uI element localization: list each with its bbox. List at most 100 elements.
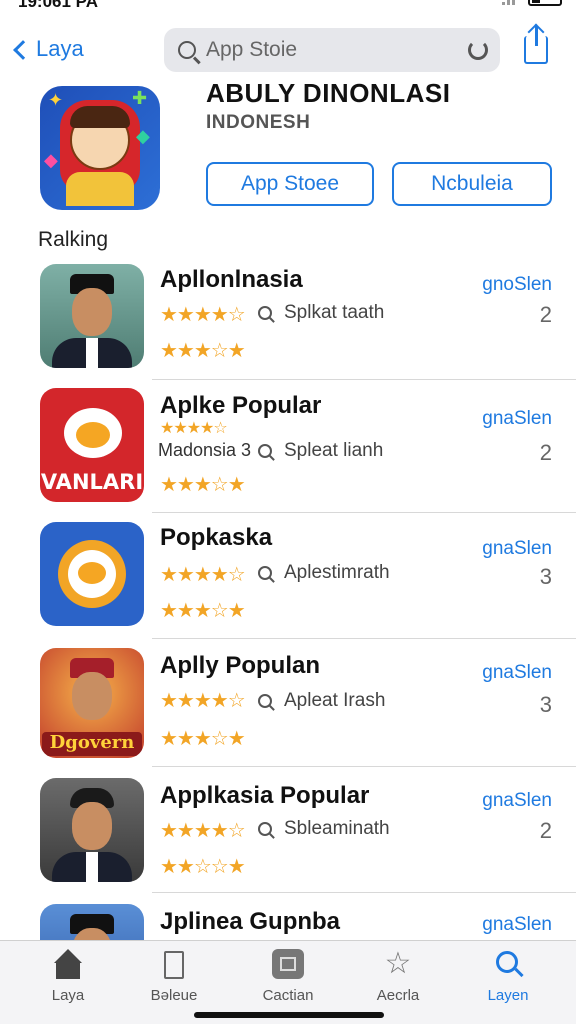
meta-text: Splеat lianh [284,440,384,461]
divider [152,512,576,513]
tab-label: Laya [51,987,85,1004]
apps-icon [272,949,304,981]
sparkle-icon: ◆ [136,126,150,146]
app-meta: Splkat taath [258,302,384,324]
face-shape [72,672,112,720]
app-name: Popkaska [160,524,273,551]
status-icons [502,0,562,6]
section-title: Ralking [38,228,109,251]
divider [152,638,576,639]
app-icon [40,264,144,368]
rating-stars: ★★★★☆ [160,564,246,586]
top-nav: Laya App Stoie [0,26,576,76]
shirt-shape [86,338,98,368]
app-meta: Apleаt Irash [258,690,385,712]
app-icon: Dgovern [40,648,144,758]
app-icon [40,778,144,882]
body-shape [66,172,134,206]
divider [152,766,576,767]
meta-text: Sbleaminath [284,818,390,839]
rating-stars: ★★★☆★ [160,600,246,622]
face-shape [72,288,112,336]
rating-stars: ★★☆☆★ [160,856,246,878]
rating-stars: ★★★★☆ [160,820,246,842]
app-name: Aplly Populan [160,652,321,679]
search-icon [258,444,272,458]
refresh-icon[interactable] [468,40,488,60]
app-name: Apllonlnasia [160,266,303,293]
meta-text: Aplestimrath [284,562,390,583]
rating-stars: ★★★★☆ [160,304,246,326]
list-item[interactable]: Apllonlnasia ★★★★☆ Splkat taath ★★★☆★ gn… [0,262,576,380]
get-link[interactable]: gnaSlen [482,538,552,560]
app-meta: Sbleaminath [258,818,390,840]
home-icon [52,949,84,981]
get-link[interactable]: gnaSlen [482,662,552,684]
search-icon [258,566,272,580]
search-icon [258,694,272,708]
rating-stars: ★★★★☆ [160,420,228,437]
tab-label: Layen [487,987,529,1004]
tab-label: Bəleue [150,987,198,1004]
status-time: 19:061 PA [18,0,99,11]
list-item[interactable]: Popkaska ★★★★☆ Aplestimrath ★★★☆★ gnaSle… [0,520,576,639]
get-link[interactable]: gnaSlen [482,914,552,936]
sparkle-icon: ✦ [48,90,64,110]
back-label: Laya [36,36,84,61]
featured-app-title: ABULY DINONLASI [206,78,451,108]
mascot-face [76,422,110,448]
tab-label: Cactian [262,987,314,1004]
rating-stars: ★★★☆★ [160,340,246,362]
meta-text: Splkat taath [284,302,385,323]
tab-aecrla[interactable]: ☆ Aecrla [348,947,448,1005]
list-item[interactable]: Dgovern Aplly Populan ★★★★☆ Apleаt Irash… [0,646,576,768]
get-link[interactable]: gnaSlen [482,408,552,430]
search-icon [258,822,272,836]
tab-label: Aecrla [376,987,420,1004]
get-link[interactable]: gnoSlen [482,274,552,296]
list-item[interactable]: VANLARI Aplke Popular ★★★★☆ Madonsia 3 S… [0,386,576,514]
status-bar: 19:061 PA [0,0,576,14]
shirt-shape [86,852,98,882]
mascot-inner [78,562,106,584]
search-icon [258,306,272,320]
rank-number: 3 [539,564,552,589]
secondary-button[interactable]: Ncbuleia [392,162,552,206]
chevron-left-icon [13,39,33,60]
rank-number: 2 [539,440,552,465]
app-subtitle: Madonsia 3 [158,440,252,460]
home-indicator [194,1012,384,1018]
face-shape [72,802,112,850]
list-item[interactable]: Jplinea Gupnba gnaSlen [0,902,576,942]
sparkle-icon: ✚ [132,88,148,108]
search-placeholder: App Stoie [206,38,298,61]
search-field[interactable]: App Stoie [164,28,500,72]
app-name: Applkasia Popular [160,782,370,809]
featured-app-subtitle: INDONESH [206,112,311,133]
share-icon[interactable] [524,26,548,64]
app-icon [40,904,144,942]
app-icon [40,522,144,626]
list-item[interactable]: Applkasia Popular ★★★★☆ Sbleaminath ★★☆☆… [0,776,576,894]
app-icon: VANLARI [40,388,144,502]
star-icon: ☆ [384,947,412,980]
get-link[interactable]: gnaSlen [482,790,552,812]
app-name: Aplke Popular [160,392,322,419]
battery-icon [528,0,562,6]
rank-number: 3 [539,692,552,717]
back-button[interactable]: Laya [13,36,84,62]
tab-cactian[interactable]: Cactian [238,949,338,1004]
app-store-button[interactable]: App Stoee [206,162,374,206]
divider [152,379,576,380]
rank-number: 2 [539,818,552,843]
search-icon [492,949,524,981]
tab-beleue[interactable]: Bəleue [124,949,224,1004]
hair-shape [70,106,130,128]
sparkle-icon: ◆ [44,150,58,170]
meta-text: Apleаt Irash [284,690,386,711]
featured-app-icon[interactable]: ✦ ✚ ◆ ◆ [40,86,160,210]
tab-layen[interactable]: Layen [458,949,558,1004]
app-meta: Splеat lianh [258,440,383,462]
document-icon [158,949,190,981]
tab-laya[interactable]: Laya [18,949,118,1004]
